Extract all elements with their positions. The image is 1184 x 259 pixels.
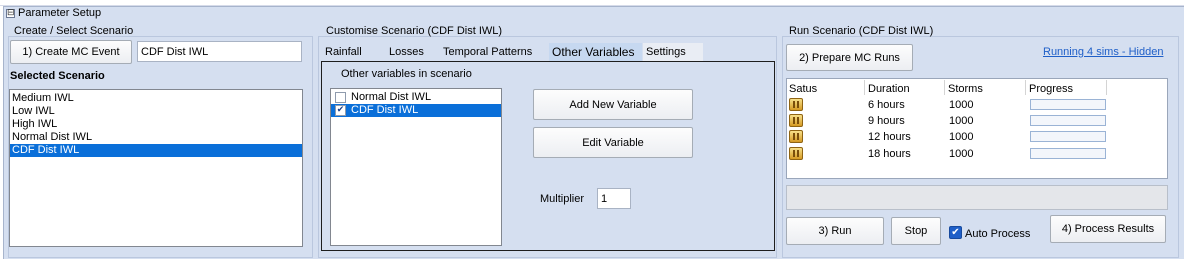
- variables-list[interactable]: Normal Dist IWL ✔ CDF Dist IWL: [330, 88, 502, 246]
- scenario-list-item[interactable]: High IWL: [10, 118, 302, 131]
- variable-name: CDF Dist IWL: [351, 104, 419, 116]
- tab-settings[interactable]: Settings: [643, 43, 703, 61]
- tab-rainfall[interactable]: Rainfall: [322, 43, 384, 61]
- scenario-list-item[interactable]: Low IWL: [10, 105, 302, 118]
- multiplier-label: Multiplier: [540, 193, 585, 205]
- grid-column-separator: [864, 80, 865, 95]
- run-row-storms: 1000: [949, 148, 974, 160]
- column-header-duration[interactable]: Duration: [868, 83, 910, 95]
- tab-temporal-patterns[interactable]: Temporal Patterns: [440, 43, 548, 61]
- collapse-icon[interactable]: ⊟: [6, 9, 15, 18]
- edit-variable-button[interactable]: Edit Variable: [533, 127, 693, 158]
- run-progress-bar: [1030, 99, 1106, 110]
- stop-button[interactable]: Stop: [891, 217, 941, 245]
- prepare-mc-runs-button[interactable]: 2) Prepare MC Runs: [786, 44, 913, 71]
- scenario-list-item[interactable]: Medium IWL: [10, 92, 302, 105]
- run-row-duration: 9 hours: [868, 115, 905, 127]
- variable-checkbox-checked[interactable]: ✔: [335, 105, 346, 116]
- run-progress-bar: [1030, 148, 1106, 159]
- run-row-storms: 1000: [949, 99, 974, 111]
- paused-icon: [789, 147, 803, 160]
- collapse-glyph: ⊟: [7, 8, 15, 18]
- run-button[interactable]: 3) Run: [786, 217, 884, 245]
- process-results-button[interactable]: 4) Process Results: [1050, 215, 1166, 243]
- paused-icon: [789, 130, 803, 143]
- column-header-storms[interactable]: Storms: [948, 83, 983, 95]
- variable-item-selected[interactable]: ✔ CDF Dist IWL: [331, 104, 501, 117]
- scenario-list-item-selected[interactable]: CDF Dist IWL: [10, 144, 302, 157]
- auto-process-label[interactable]: Auto Process: [965, 228, 1030, 240]
- create-group-title: Create / Select Scenario: [14, 25, 134, 37]
- add-new-variable-button[interactable]: Add New Variable: [533, 89, 693, 120]
- panel-title: Parameter Setup: [18, 7, 102, 19]
- run-group-title: Run Scenario (CDF Dist IWL): [789, 25, 934, 37]
- variable-name: Normal Dist IWL: [351, 91, 432, 103]
- overall-progress-bar: [786, 185, 1168, 210]
- selected-scenario-label: Selected Scenario: [10, 70, 105, 82]
- grid-column-separator: [1025, 80, 1026, 95]
- customise-group-title: Customise Scenario (CDF Dist IWL): [326, 25, 503, 37]
- variable-item[interactable]: Normal Dist IWL: [331, 91, 501, 104]
- paused-icon: [789, 114, 803, 127]
- tab-losses[interactable]: Losses: [386, 43, 438, 61]
- grid-column-separator: [1106, 80, 1107, 95]
- auto-process-checkbox[interactable]: ✔: [949, 226, 962, 239]
- run-progress-bar: [1030, 131, 1106, 142]
- run-progress-bar: [1030, 115, 1106, 126]
- create-mc-event-button[interactable]: 1) Create MC Event: [10, 40, 132, 64]
- other-variables-label: Other variables in scenario: [341, 68, 472, 80]
- run-row-duration: 18 hours: [868, 148, 911, 160]
- column-header-status[interactable]: Satus: [789, 83, 817, 95]
- scenario-name-input[interactable]: CDF Dist IWL: [137, 41, 302, 62]
- scenario-list-item[interactable]: Normal Dist IWL: [10, 131, 302, 144]
- run-row-storms: 1000: [949, 131, 974, 143]
- paused-icon: [789, 98, 803, 111]
- column-header-progress[interactable]: Progress: [1029, 83, 1073, 95]
- run-row-duration: 12 hours: [868, 131, 911, 143]
- run-row-storms: 1000: [949, 115, 974, 127]
- running-sims-link[interactable]: Running 4 sims - Hidden: [1043, 46, 1163, 58]
- scenario-list[interactable]: Medium IWL Low IWL High IWL Normal Dist …: [9, 89, 303, 247]
- multiplier-input[interactable]: 1: [597, 188, 631, 209]
- run-row-duration: 6 hours: [868, 99, 905, 111]
- tab-other-variables[interactable]: Other Variables: [549, 43, 642, 61]
- variable-checkbox[interactable]: [335, 92, 346, 103]
- grid-column-separator: [944, 80, 945, 95]
